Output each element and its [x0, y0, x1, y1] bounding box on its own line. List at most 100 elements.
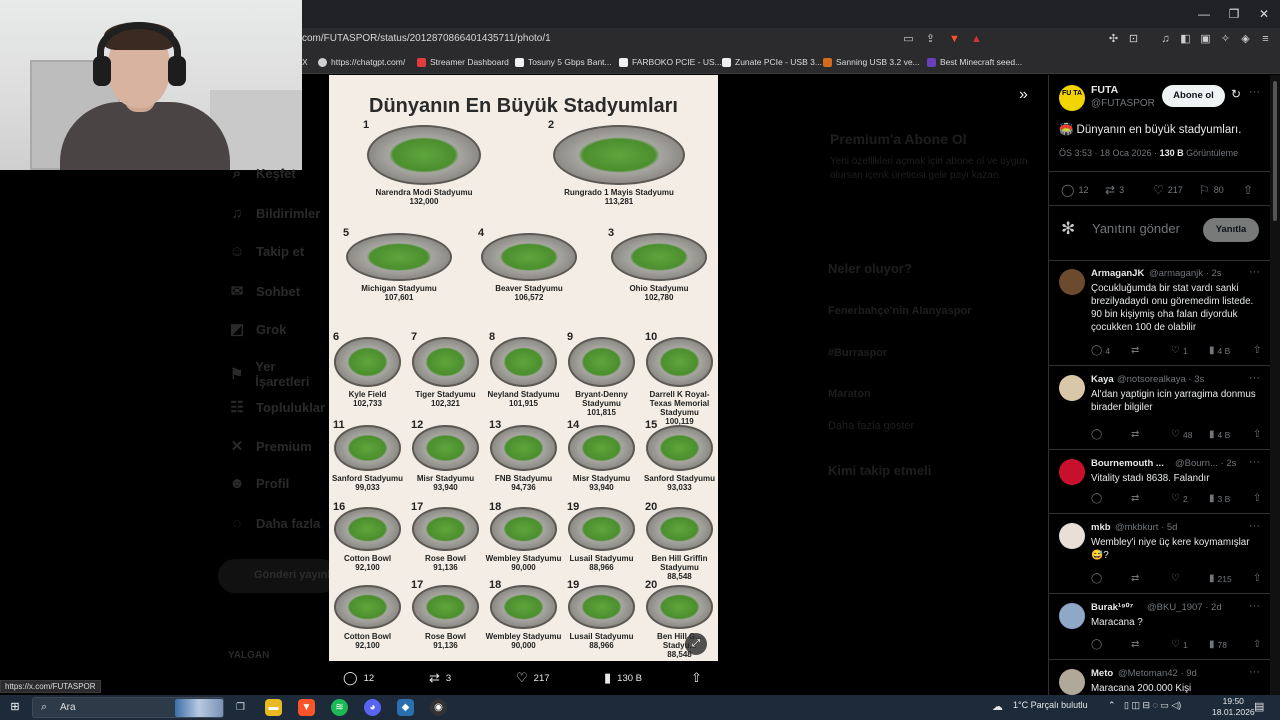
reply-like-action[interactable]: ♡ 1	[1171, 639, 1188, 650]
image-views-action[interactable]: ▮ 130 B	[604, 670, 642, 686]
nav-user[interactable]: YALGAN	[228, 650, 269, 661]
reply-like-action[interactable]: ♡ 1	[1171, 345, 1188, 356]
reply-views-action[interactable]: ▮ 78	[1209, 639, 1227, 650]
grok-icon[interactable]: ↻	[1231, 87, 1241, 101]
scrollbar[interactable]	[1270, 75, 1280, 695]
reply-author[interactable]: ArmaganJK	[1091, 268, 1144, 279]
screen-icon[interactable]: ▭	[902, 33, 915, 46]
reply-handle[interactable]: @notsorealkaya · 3s	[1117, 374, 1204, 385]
brave-shield-icon[interactable]: ▼	[948, 33, 961, 46]
nav-explore[interactable]: ⌕ Keşfet	[228, 165, 296, 182]
tweet-like-stat[interactable]: ♡ 217	[1153, 183, 1183, 197]
menu-icon[interactable]: ≡	[1259, 33, 1272, 46]
close-icon[interactable]: ✕	[1256, 6, 1272, 22]
reply-item[interactable]: ArmaganJK @armaganjk · 2s ··· Çocukluğumda …	[1049, 263, 1271, 367]
nav-bookmarks[interactable]: ⚑ Yer İşaretleri	[228, 359, 330, 389]
more-icon[interactable]: ···	[1249, 520, 1260, 532]
avatar[interactable]	[1059, 459, 1085, 485]
reply-item[interactable]: Burak¹⁹⁰⁷ @BKU_1907 · 2d ··· Maracana ? ◯ ⇄ ♡ 1…	[1049, 597, 1271, 661]
bookmark-streamer[interactable]: Streamer Dashboard	[417, 57, 509, 67]
trend-item[interactable]: Maraton	[828, 388, 871, 400]
reply-like-action[interactable]: ♡	[1171, 573, 1183, 584]
reply-share-action[interactable]: ⇧	[1253, 429, 1261, 440]
reply-item[interactable]: mkb @mkbkurt · 5d ··· Wembley'i niye üç ker…	[1049, 517, 1271, 595]
task-view-icon[interactable]: ❐	[232, 699, 249, 716]
post-button[interactable]: Gönderi yayınla	[218, 559, 338, 593]
tab-icon[interactable]: ⊡	[1127, 33, 1140, 46]
reply-share-action[interactable]: ⇧	[1253, 639, 1261, 650]
reply-button[interactable]: Yanıtla	[1203, 218, 1259, 242]
tweet-repost-stat[interactable]: ⇄ 3	[1105, 183, 1124, 197]
minimize-icon[interactable]: —	[1196, 6, 1212, 22]
avatar[interactable]	[1059, 669, 1085, 695]
bookmark-sanning[interactable]: Sanning USB 3.2 ve...	[823, 57, 920, 67]
reply-author[interactable]: Kaya	[1091, 374, 1114, 385]
reply-handle[interactable]: @armaganjk · 2s	[1149, 268, 1221, 279]
reply-reply-action[interactable]: ◯	[1091, 429, 1105, 440]
reply-author[interactable]: Burak¹⁹⁰⁷	[1091, 602, 1133, 613]
reply-author[interactable]: Bournemouth ...	[1091, 458, 1164, 469]
more-icon[interactable]: ···	[1249, 600, 1260, 612]
brave-icon[interactable]: ▼	[298, 699, 315, 716]
nav-profile[interactable]: ☻ Profil	[228, 475, 289, 492]
tweet-bookmark-stat[interactable]: ⚐ 80	[1199, 183, 1224, 197]
wallet-icon[interactable]: ▣	[1199, 33, 1212, 46]
reply-handle[interactable]: @Bourn... · 2s	[1175, 458, 1236, 469]
reply-item[interactable]: Bournemouth ... @Bourn... · 2s ··· Vitality…	[1049, 453, 1271, 515]
tweet-image[interactable]: Dünyanın En Büyük Stadyumları 1 Narendra …	[329, 75, 718, 661]
vpn-icon[interactable]: ◈	[1239, 33, 1252, 46]
obs-icon[interactable]: ◉	[430, 699, 447, 716]
reply-handle[interactable]: @BKU_1907 · 2d	[1147, 602, 1222, 613]
reply-reply-action[interactable]: ◯	[1091, 639, 1105, 650]
reply-share-action[interactable]: ⇧	[1253, 573, 1261, 584]
music-icon[interactable]: ♫	[1159, 33, 1172, 46]
reply-author[interactable]: Meto	[1091, 668, 1113, 679]
weather-text[interactable]: 1°C Parçalı bulutlu	[1013, 700, 1088, 710]
reply-views-action[interactable]: ▮ 215	[1209, 573, 1232, 584]
bookmark-tosuny[interactable]: Tosuny 5 Gbps Bant...	[515, 57, 612, 67]
tweet-reply-stat[interactable]: ◯ 12	[1061, 183, 1088, 197]
reply-reply-action[interactable]: ◯ 4	[1091, 345, 1110, 356]
reply-share-action[interactable]: ⇧	[1253, 493, 1261, 504]
avatar[interactable]: FU TA	[1059, 85, 1085, 111]
share-icon[interactable]: ⇪	[924, 33, 937, 46]
more-icon[interactable]: ···	[1249, 266, 1260, 278]
reply-reply-action[interactable]: ◯	[1091, 493, 1105, 504]
reply-repost-action[interactable]: ⇄	[1131, 573, 1142, 584]
reply-repost-action[interactable]: ⇄	[1131, 429, 1142, 440]
sidebar-icon[interactable]: ◧	[1179, 33, 1192, 46]
spotify-icon[interactable]: ≋	[331, 699, 348, 716]
trend-item[interactable]: Fenerbahçe'nin Alanyaspor	[828, 305, 971, 317]
reply-handle[interactable]: @mkbkurt · 5d	[1115, 522, 1177, 533]
reply-author[interactable]: mkb	[1091, 522, 1111, 533]
maximize-icon[interactable]: ❐	[1226, 6, 1242, 22]
reply-reply-action[interactable]: ◯	[1091, 573, 1105, 584]
nav-notifications[interactable]: ♫ Bildirimler	[228, 205, 320, 222]
reply-repost-action[interactable]: ⇄	[1131, 345, 1142, 356]
avatar[interactable]	[1059, 523, 1085, 549]
tweet-share-stat[interactable]: ⇧	[1243, 183, 1253, 197]
extensions-icon[interactable]: ✣	[1107, 33, 1120, 46]
file-explorer-icon[interactable]: ▬	[265, 699, 282, 716]
tray-chevron-icon[interactable]: ⌃	[1108, 700, 1116, 711]
reply-views-action[interactable]: ▮ 3 B	[1209, 493, 1230, 504]
image-share-action[interactable]: ⇧	[691, 670, 702, 686]
bookmark-farboko[interactable]: FARBOKO PCIE - US...	[619, 57, 722, 67]
reply-handle[interactable]: @Metoman42 · 9d	[1118, 668, 1197, 679]
weather-icon[interactable]: ☁	[992, 700, 1003, 713]
rewards-icon[interactable]: ▲	[970, 33, 983, 46]
nav-chat[interactable]: ✉ Sohbet	[228, 282, 300, 300]
author-name[interactable]: FUTA	[1091, 84, 1118, 96]
reply-like-action[interactable]: ♡ 48	[1171, 429, 1192, 440]
scrollbar-thumb[interactable]	[1273, 81, 1277, 221]
taskbar-search[interactable]: ⌕ Ara	[32, 697, 224, 718]
reply-views-action[interactable]: ▮ 4 B	[1209, 345, 1230, 356]
image-like-action[interactable]: ♡ 217	[516, 670, 550, 686]
subscribe-button[interactable]: Abone ol	[1162, 85, 1225, 107]
bookmark-zunate[interactable]: Zunate PCIe - USB 3...	[722, 57, 822, 67]
trend-item[interactable]: #Burraspor	[828, 347, 887, 359]
reply-input[interactable]: Yanıtını gönder	[1092, 221, 1180, 236]
app-icon[interactable]: ◆	[397, 699, 414, 716]
show-more-link[interactable]: Daha fazla göster	[828, 420, 914, 432]
leo-icon[interactable]: ✧	[1219, 33, 1232, 46]
